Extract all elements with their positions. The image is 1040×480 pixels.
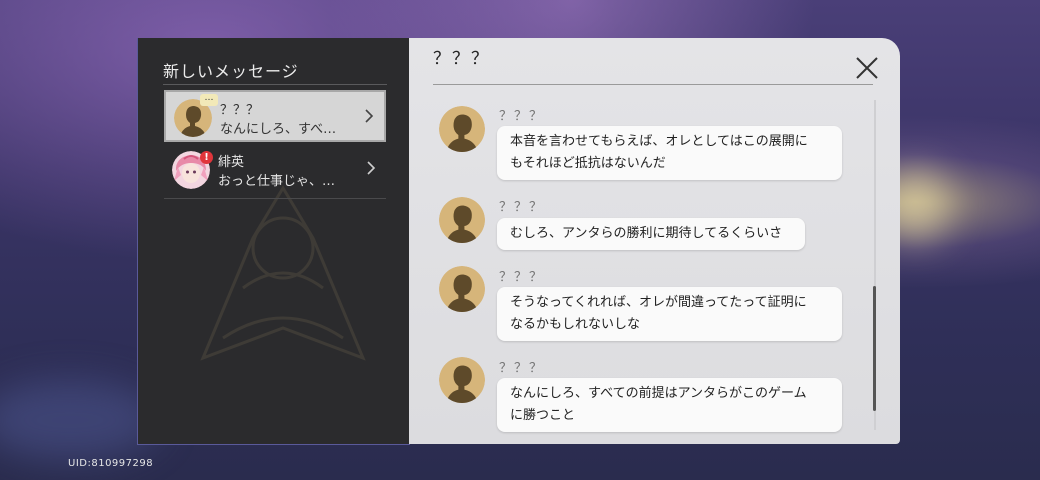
message-sender: ？？？ bbox=[499, 270, 545, 285]
chat-scrollbar-thumb[interactable] bbox=[873, 286, 876, 411]
background-blur bbox=[0, 380, 160, 460]
unread-alert-badge: ! bbox=[200, 151, 213, 164]
message-line: なるかもしれないしな bbox=[510, 317, 641, 332]
chat-title: ？？？ bbox=[433, 49, 490, 69]
message-list-title: 新しいメッセージ bbox=[163, 62, 299, 81]
message-sender: ？？？ bbox=[499, 200, 545, 215]
contact-name: 緋英 bbox=[218, 155, 245, 170]
close-button[interactable] bbox=[855, 56, 879, 80]
message-line: もそれほど抵抗はないんだ bbox=[510, 156, 666, 171]
message-sender: ？？？ bbox=[499, 361, 545, 376]
message-bubble: むしろ、アンタらの勝利に期待してるくらいさ bbox=[497, 218, 805, 250]
silhouette-avatar-icon bbox=[439, 197, 485, 243]
contact-preview: なんにしろ、すべ… bbox=[220, 122, 337, 137]
message-bubble: なんにしろ、すべての前提はアンタらがこのゲーム に勝つこと bbox=[497, 378, 842, 432]
title-divider bbox=[163, 84, 387, 85]
message-bubble: そうなってくれれば、オレが間違ってたって証明に なるかもしれないしな bbox=[497, 287, 842, 341]
typing-badge: … bbox=[200, 94, 218, 106]
message-line: むしろ、アンタらの勝利に期待してるくらいさ bbox=[510, 226, 783, 241]
message-sender: ？？？ bbox=[499, 109, 545, 124]
chat-title-divider bbox=[433, 84, 873, 85]
contact-name: ？？？ bbox=[220, 103, 260, 118]
contact-item-hiei[interactable]: ! 緋英 おっと仕事じゃ、… bbox=[164, 144, 386, 196]
chevron-right-icon bbox=[364, 108, 374, 127]
contact-item-unknown[interactable]: … ？？？ なんにしろ、すべ… bbox=[164, 90, 386, 142]
contact-divider bbox=[164, 198, 386, 199]
silhouette-avatar-icon bbox=[439, 266, 485, 312]
message-list-panel: 新しいメッセージ … ？？？ なんにしろ、すべ… ! 緋英 おっと仕事じゃ、… bbox=[137, 38, 410, 445]
message-line: に勝つこと bbox=[510, 408, 576, 423]
silhouette-avatar-icon bbox=[439, 106, 485, 152]
contact-preview: おっと仕事じゃ、… bbox=[218, 174, 336, 189]
message-line: 本音を言わせてもらえば、オレとしてはこの展開に bbox=[510, 134, 808, 149]
close-icon bbox=[856, 57, 878, 79]
chevron-right-icon bbox=[366, 160, 376, 179]
uid-label: UID:810997298 bbox=[68, 458, 154, 469]
silhouette-avatar-icon bbox=[439, 357, 485, 403]
emblem-watermark bbox=[200, 185, 366, 361]
chat-panel: ？？？ ？？？ 本音を言わせてもらえば、オレとしてはこの展開に もそれほど抵抗は… bbox=[409, 38, 900, 444]
message-line: なんにしろ、すべての前提はアンタらがこのゲーム bbox=[510, 386, 807, 401]
message-bubble: 本音を言わせてもらえば、オレとしてはこの展開に もそれほど抵抗はないんだ bbox=[497, 126, 842, 180]
message-line: そうなってくれれば、オレが間違ってたって証明に bbox=[510, 295, 807, 310]
